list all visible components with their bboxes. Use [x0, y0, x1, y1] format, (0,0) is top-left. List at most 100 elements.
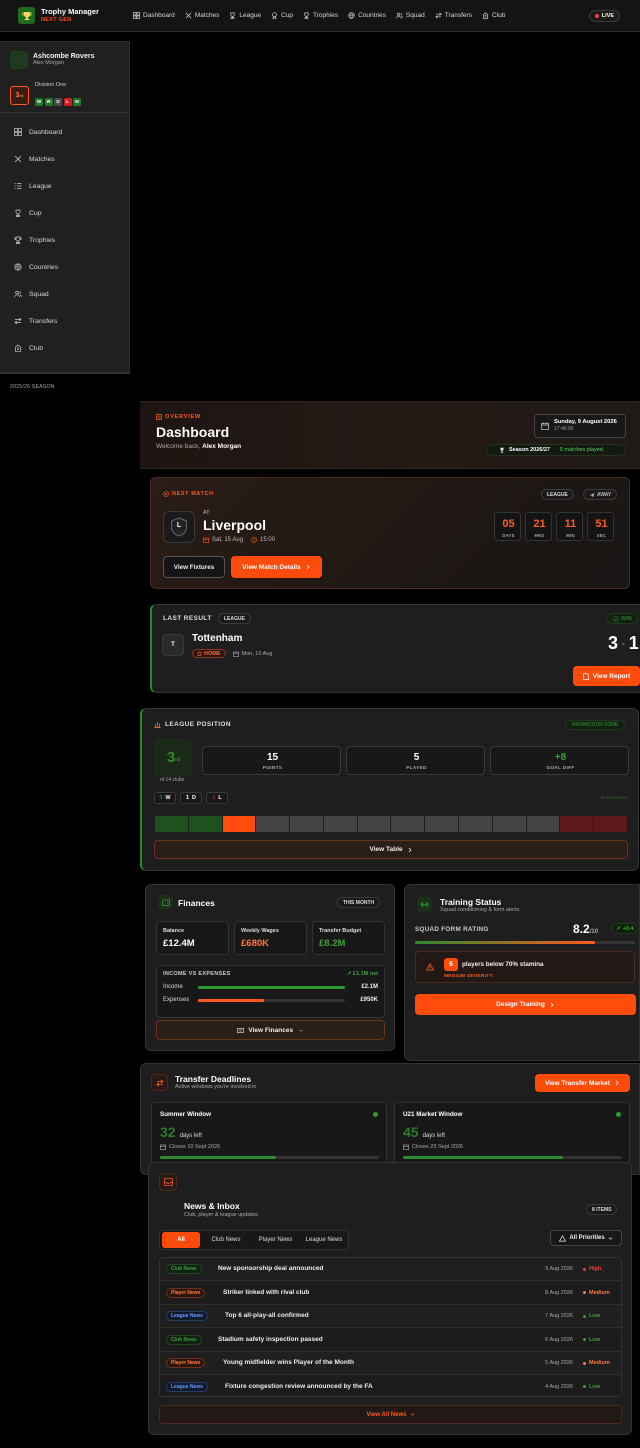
separator: · — [553, 447, 556, 453]
days-left: 32 days left — [160, 1124, 202, 1140]
income-vs-expenses: INCOME VS EXPENSES ↗ £1.1M net Income £2… — [156, 965, 385, 1018]
priority-dot-icon — [583, 1338, 586, 1341]
globe-icon — [14, 263, 22, 271]
countdown-value: 51 — [595, 518, 608, 530]
news-row[interactable]: Club News Stadium safety inspection passe… — [160, 1328, 621, 1352]
league-title: LEAGUE POSITION — [154, 721, 231, 728]
record-count: 1 — [212, 795, 216, 801]
table-segment — [188, 816, 222, 832]
days-value: 45 — [403, 1124, 419, 1140]
view-match-details-button[interactable]: View Match Details — [231, 556, 322, 578]
button-label: Design Training — [496, 1001, 545, 1008]
alert-text: players below 70% stamina — [462, 961, 544, 968]
closes-line: Closes 23 Sept 2026 — [403, 1144, 463, 1150]
sidebar-item-trophies[interactable]: Trophies — [14, 236, 55, 244]
sidebar-item-cup[interactable]: Cup — [14, 209, 41, 217]
training-card: Training Status Squad conditioning & for… — [404, 884, 640, 1061]
news-row[interactable]: Player News Young midfielder wins Player … — [160, 1352, 621, 1375]
current-date: Sunday, 9 August 2026 — [554, 419, 617, 425]
dumbbell-icon — [417, 897, 432, 912]
nav-squad[interactable]: Squad — [396, 12, 425, 19]
closes-line: Closes 10 Sept 2026 — [160, 1144, 220, 1150]
news-row[interactable]: League News Fixture congestion review ann… — [160, 1375, 621, 1396]
tab-league-news[interactable]: League News — [301, 1232, 347, 1248]
outcome-chip: WIN — [607, 613, 638, 624]
sidebar-item-league[interactable]: League — [14, 182, 52, 190]
position-badge: 3rd — [154, 738, 193, 777]
brand[interactable]: Trophy Manager NEXT GEN — [18, 7, 130, 24]
transfer-window-card[interactable]: U21 Market Window 45 days left Closes 23 Se… — [394, 1102, 630, 1166]
countdown-value: 11 — [564, 518, 577, 530]
nav-matches[interactable]: Matches — [185, 12, 219, 19]
nav-dashboard[interactable]: Dashboard — [133, 12, 175, 19]
news-headline: Striker linked with rival club — [223, 1288, 310, 1296]
finance-stat-label: Balance — [163, 928, 185, 934]
priority-dot-icon — [583, 1267, 586, 1271]
chevron-right-icon — [306, 564, 310, 570]
opponent-name: Tottenham — [192, 633, 243, 644]
view-all-news-button[interactable]: View All News — [159, 1405, 622, 1424]
nav-label: Cup — [281, 12, 294, 19]
nav-cup[interactable]: Cup — [271, 12, 293, 19]
arrows-swap-icon — [151, 1074, 168, 1091]
live-dot-icon — [594, 14, 599, 18]
countdown-value: 05 — [502, 518, 515, 530]
news-date: 4 Aug 2026 — [545, 1383, 573, 1390]
tab-player-news[interactable]: Player News — [251, 1232, 300, 1248]
outcome-text: WIN — [621, 615, 632, 622]
file-icon — [582, 672, 589, 680]
nav-transfers[interactable]: Transfers — [435, 12, 472, 19]
view-table-button[interactable]: View Table — [154, 840, 628, 859]
news-row[interactable]: Club News New sponsorship deal announced 9… — [160, 1258, 621, 1281]
record-note: +8 GD/season — [599, 795, 628, 800]
rating-track — [415, 941, 635, 944]
sidebar-item-squad[interactable]: Squad — [14, 290, 49, 298]
sidebar-item-matches[interactable]: Matches — [14, 155, 55, 163]
nav-countries[interactable]: Countries — [348, 12, 386, 19]
sidebar-item-club[interactable]: Club — [14, 344, 43, 352]
countdown-label: DAYS — [502, 533, 515, 538]
priority-dot-icon — [583, 1361, 586, 1365]
chevron-down-icon — [608, 1236, 613, 1240]
finance-stat-value: £680K — [241, 938, 269, 949]
live-indicator[interactable]: LIVE — [588, 10, 620, 22]
income-value: £2.1M — [361, 984, 378, 990]
news-priority: Low — [583, 1384, 617, 1390]
trend-text: +0.4 — [622, 925, 634, 932]
news-headline: Young midfielder wins Player of the Mont… — [223, 1359, 354, 1366]
button-label: View Match Details — [242, 563, 301, 571]
view-report-button[interactable]: View Report — [573, 666, 640, 686]
transfer-window-card[interactable]: Summer Window 32 days left Closes 10 Sept 2… — [151, 1102, 387, 1166]
button-label: View All News — [366, 1411, 407, 1418]
nav-trophies[interactable]: Trophies — [303, 12, 338, 19]
news-row[interactable]: Player News Striker linked with rival clu… — [160, 1281, 621, 1305]
sidebar-item-countries[interactable]: Countries — [14, 263, 58, 271]
view-fixtures-button[interactable]: View Fixtures — [163, 556, 225, 578]
swords-icon — [14, 155, 22, 163]
club-card[interactable]: Ashcombe Rovers Alex Morgan — [10, 51, 94, 69]
window-progress-bar — [160, 1156, 277, 1159]
nav-club[interactable]: Club — [482, 12, 505, 19]
priority-filter[interactable]: All Priorities — [550, 1230, 622, 1246]
season-chip: Season 2026/27 · 5 matches played — [486, 444, 626, 456]
live-label: LIVE — [601, 13, 614, 19]
countdown-label: HRS — [534, 533, 545, 538]
view-finances-button[interactable]: View Finances → — [156, 1020, 385, 1040]
tab-club-news[interactable]: Club News — [202, 1232, 250, 1248]
nav-league[interactable]: League — [229, 12, 261, 19]
news-tag: Player News — [166, 1358, 206, 1368]
news-title: News & Inbox — [184, 1201, 240, 1211]
sidebar-item-dashboard[interactable]: Dashboard — [14, 128, 62, 136]
grid-icon — [14, 128, 22, 136]
design-training-button[interactable]: Design Training — [415, 994, 636, 1015]
tab-all[interactable]: All — [162, 1232, 200, 1248]
view-transfer-market-button[interactable]: View Transfer Market — [535, 1074, 630, 1092]
app-root: Trophy Manager NEXT GEN Dashboard Matche… — [0, 0, 640, 1448]
news-row[interactable]: League News Top 6 all-play-all confirmed 7… — [160, 1305, 621, 1328]
score-separator: - — [622, 639, 625, 648]
home-icon — [197, 651, 202, 656]
grid-icon — [133, 12, 140, 19]
calendar-icon — [541, 422, 549, 430]
trend-up-icon: ↗ — [616, 925, 621, 932]
sidebar-item-transfers[interactable]: Transfers — [14, 317, 57, 325]
